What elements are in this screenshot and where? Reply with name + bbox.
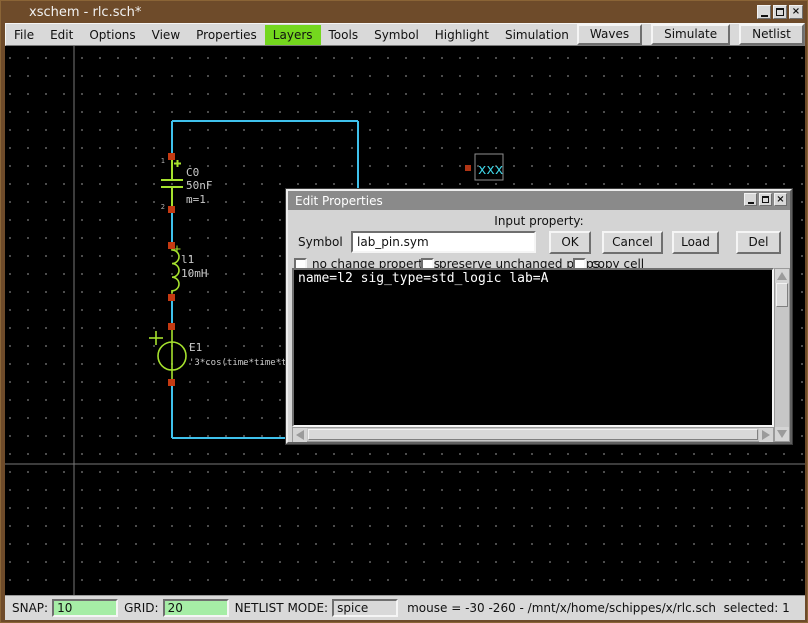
scroll-up-icon[interactable]: [775, 269, 789, 283]
status-bar: SNAP: GRID: NETLIST MODE: mouse = -30 -2…: [5, 595, 805, 620]
scroll-left-icon[interactable]: [293, 428, 307, 442]
maximize-icon[interactable]: [773, 5, 787, 19]
dialog-controls: ×: [744, 193, 787, 206]
pin-square: [168, 206, 175, 213]
menu-highlight[interactable]: Highlight: [427, 25, 497, 45]
property-textarea[interactable]: name=l2 sig_type=std_logic lab=A: [292, 268, 774, 427]
vertical-scroll-thumb[interactable]: [776, 283, 788, 307]
component-inductor[interactable]: l1 10mH: [168, 242, 208, 301]
grid-input[interactable]: [163, 599, 229, 617]
dialog-title: Edit Properties: [295, 194, 383, 208]
inductor-ref: l1: [181, 253, 194, 266]
dialog-minimize-icon[interactable]: [744, 193, 757, 206]
scroll-down-icon[interactable]: [775, 427, 789, 441]
load-button[interactable]: Load: [672, 231, 719, 254]
symbol-label: Symbol: [298, 235, 343, 249]
menu-layers[interactable]: Layers: [265, 25, 321, 45]
component-source[interactable]: E1 '3*cos(time*time*time': [149, 323, 308, 386]
menu-options[interactable]: Options: [81, 25, 143, 45]
minimize-icon[interactable]: [757, 5, 771, 19]
component-capacitor[interactable]: 1 2 C0 50nF m=1: [161, 153, 213, 213]
window-title: xschem - rlc.sch*: [29, 5, 141, 20]
menu-view[interactable]: View: [144, 25, 188, 45]
capacitor-mult: m=1: [186, 193, 206, 206]
menu-file[interactable]: File: [6, 25, 42, 45]
input-property-label: Input property:: [288, 214, 790, 228]
horizontal-scroll-thumb[interactable]: [308, 429, 758, 440]
ok-button[interactable]: OK: [549, 231, 591, 254]
menu-bar: File Edit Options View Properties Layers…: [5, 23, 805, 46]
selected-label[interactable]: xxx: [465, 154, 503, 180]
snap-input[interactable]: [52, 599, 118, 617]
snap-label: SNAP:: [12, 601, 48, 615]
menu-symbol[interactable]: Symbol: [366, 25, 427, 45]
netlist-mode-input[interactable]: [332, 599, 398, 617]
waves-button[interactable]: Waves: [577, 24, 642, 45]
inductor-value: 10mH: [181, 267, 208, 280]
cancel-button[interactable]: Cancel: [602, 231, 663, 254]
grid-label: GRID:: [124, 601, 158, 615]
source-ref: E1: [189, 341, 202, 354]
vertical-scrollbar[interactable]: [774, 268, 790, 442]
window-controls: ×: [757, 5, 803, 19]
pin-square: [168, 379, 175, 386]
schematic-canvas[interactable]: 1 2 C0 50nF m=1 l1 10mH: [5, 46, 805, 595]
simulate-button[interactable]: Simulate: [651, 24, 730, 45]
del-button[interactable]: Del: [736, 231, 781, 254]
mouse-status-text: mouse = -30 -260 - /mnt/x/home/schippes/…: [407, 601, 790, 615]
pin-number: 2: [161, 203, 165, 211]
netlist-mode-label: NETLIST MODE:: [235, 601, 329, 615]
netlist-button[interactable]: Netlist: [739, 24, 804, 45]
symbol-input[interactable]: [351, 231, 536, 253]
capacitor-ref: C0: [186, 166, 199, 179]
pin-square: [168, 294, 175, 301]
pin-square: [168, 153, 175, 160]
xschem-window: xschem - rlc.sch* × File Edit Options Vi…: [0, 0, 808, 623]
close-icon[interactable]: ×: [789, 5, 803, 19]
menu-tools[interactable]: Tools: [321, 25, 367, 45]
menu-edit[interactable]: Edit: [42, 25, 81, 45]
capacitor-value: 50nF: [186, 179, 213, 192]
menu-simulation[interactable]: Simulation: [497, 25, 577, 45]
dialog-close-icon[interactable]: ×: [774, 193, 787, 206]
pin-number: 1: [161, 157, 165, 165]
dialog-maximize-icon[interactable]: [759, 193, 772, 206]
selected-label-text: xxx: [478, 162, 503, 178]
horizontal-scrollbar[interactable]: [292, 427, 774, 442]
scroll-right-icon[interactable]: [759, 428, 773, 442]
window-titlebar: xschem - rlc.sch* ×: [1, 1, 808, 23]
pin-square: [168, 242, 175, 249]
dialog-titlebar: Edit Properties ×: [288, 191, 790, 210]
pin-square: [465, 165, 471, 171]
pin-square: [168, 323, 175, 330]
edit-properties-dialog: Edit Properties × Input property: Symbol…: [286, 189, 792, 444]
menu-properties[interactable]: Properties: [188, 25, 265, 45]
